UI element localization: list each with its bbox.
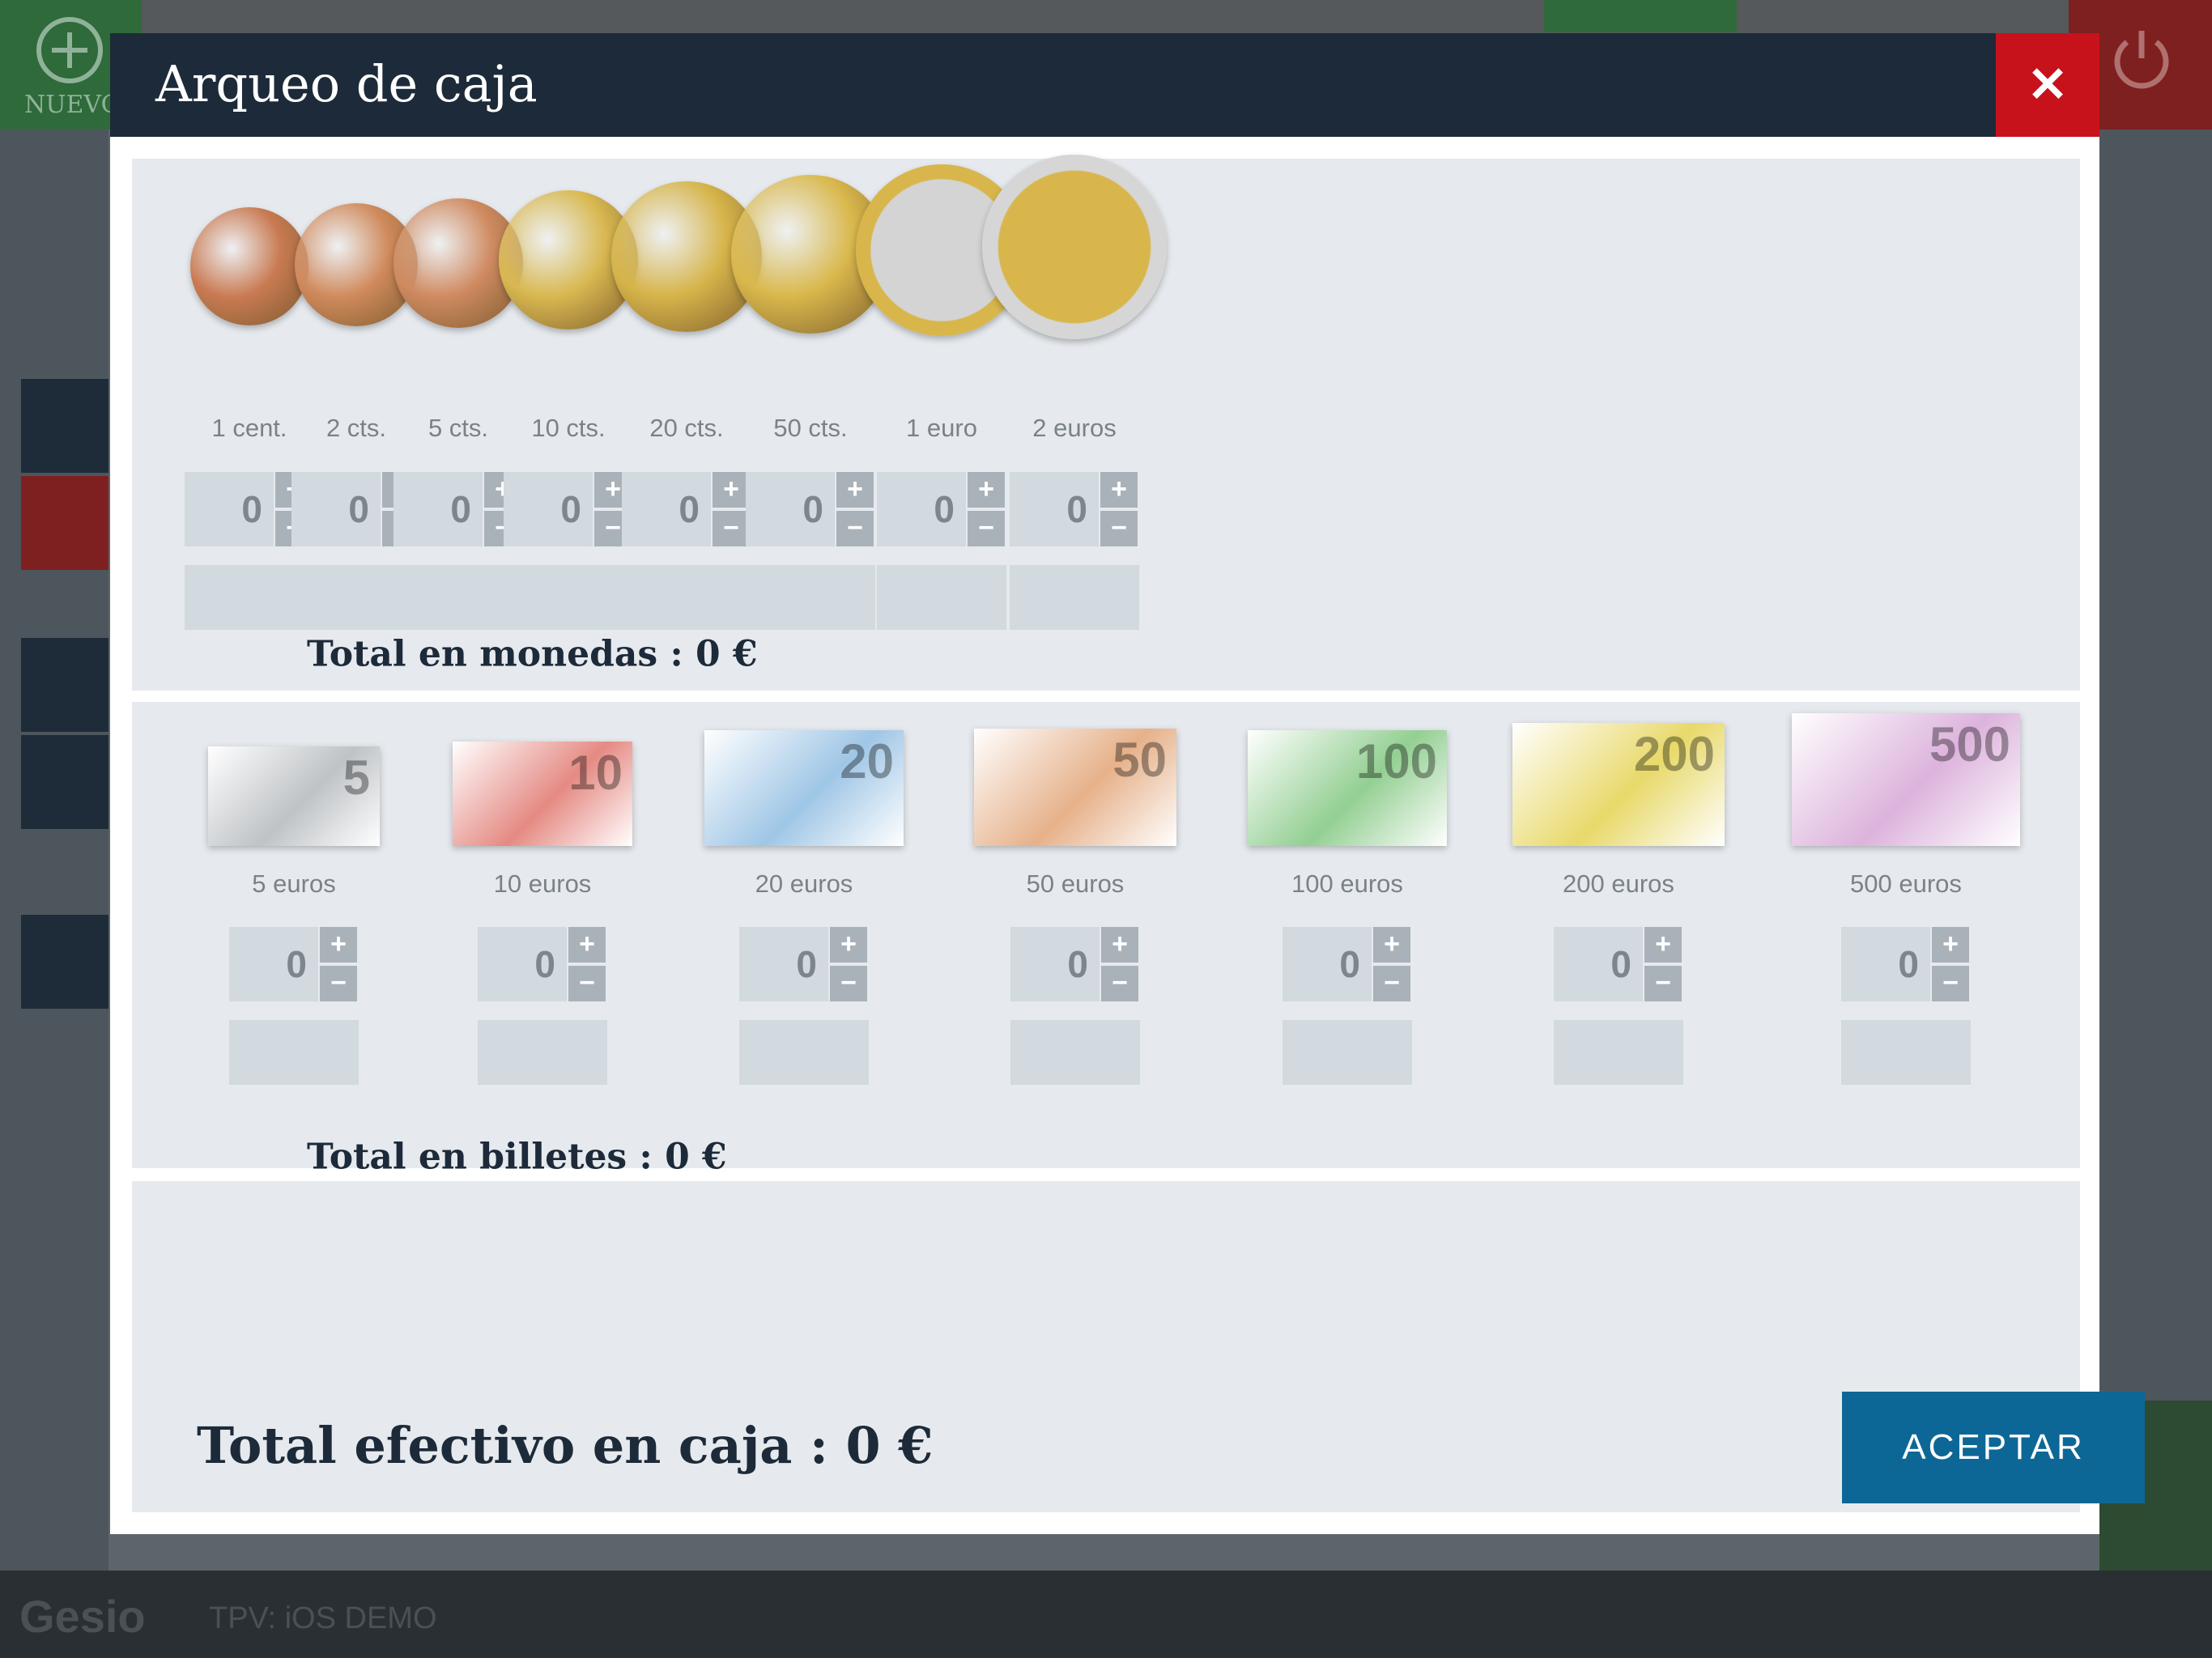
- subtotal-field: [622, 565, 751, 630]
- accept-button[interactable]: ACEPTAR: [1842, 1392, 2145, 1503]
- decrement-button[interactable]: −: [1101, 966, 1138, 1001]
- banknote-denomination: 10: [568, 746, 623, 800]
- increment-button[interactable]: +: [568, 927, 606, 963]
- footer-terminal: TPV: iOS DEMO: [209, 1601, 437, 1635]
- decrement-button[interactable]: −: [1644, 966, 1682, 1001]
- count-value[interactable]: 0: [1554, 927, 1643, 1001]
- count-value[interactable]: 0: [393, 472, 483, 546]
- edit-button[interactable]: [21, 379, 108, 473]
- banknote-denomination: 500: [1929, 717, 2010, 772]
- coin-image: [190, 207, 308, 326]
- banknote-label: 100 euros: [1291, 869, 1403, 898]
- subtotal-field: [1010, 565, 1139, 630]
- count-value[interactable]: 0: [877, 472, 966, 546]
- new-button-label: NUEVO: [24, 91, 121, 119]
- increment-button[interactable]: +: [713, 472, 750, 508]
- toolbar-green-tab[interactable]: [1544, 0, 1737, 32]
- ticket-edit-button[interactable]: [21, 638, 108, 732]
- banknote-denomination: 100: [1355, 734, 1437, 789]
- coin-label: 2 euros: [1032, 414, 1117, 442]
- grid-menu-button[interactable]: [21, 915, 108, 1009]
- banknote-label: 5 euros: [252, 869, 336, 898]
- plus-circle-icon: [36, 17, 103, 83]
- count-value[interactable]: 0: [1841, 927, 1930, 1001]
- subtotal-field: [739, 1020, 869, 1085]
- banknote-image: 500: [1792, 713, 2020, 846]
- increment-button[interactable]: +: [1100, 472, 1138, 508]
- banknote-denomination: 20: [840, 734, 894, 789]
- increment-button[interactable]: +: [320, 927, 357, 963]
- footer-brand: Gesio: [19, 1591, 146, 1642]
- increment-button[interactable]: +: [1644, 927, 1682, 963]
- count-value[interactable]: 0: [478, 927, 567, 1001]
- count-value[interactable]: 0: [229, 927, 318, 1001]
- subtotal-field: [1010, 1020, 1140, 1085]
- increment-button[interactable]: +: [968, 472, 1005, 508]
- dialog-title: Arqueo de caja: [155, 54, 538, 113]
- coins-panel: Total en monedas : 0 € 1 cent.0+−2 cts.0…: [132, 154, 2080, 691]
- dialog-header: Arqueo de caja ✕: [110, 33, 2099, 137]
- notes-total: Total en billetes : 0 €: [307, 1136, 727, 1178]
- cash-count-dialog: Arqueo de caja ✕ Total en monedas : 0 € …: [110, 33, 2145, 1534]
- decrement-button[interactable]: −: [836, 511, 874, 546]
- count-value[interactable]: 0: [1283, 927, 1372, 1001]
- banknote-image: 200: [1512, 723, 1725, 846]
- subtotal-field: [229, 1020, 359, 1085]
- banknote-label: 50 euros: [1026, 869, 1125, 898]
- subtotal-field: [1554, 1020, 1683, 1085]
- count-value[interactable]: 0: [739, 927, 828, 1001]
- notes-panel: Total en billetes : 0 € 55 euros 0 + −10 10 …: [132, 702, 2080, 1178]
- count-value[interactable]: 0: [1010, 472, 1099, 546]
- banknote-image: 10: [453, 742, 632, 846]
- decrement-button[interactable]: −: [568, 966, 606, 1001]
- power-icon: [2114, 31, 2169, 89]
- decrement-button[interactable]: −: [968, 511, 1005, 546]
- banknote-denomination: 5: [342, 750, 370, 805]
- delete-button[interactable]: [21, 476, 108, 570]
- decrement-button[interactable]: −: [320, 966, 357, 1001]
- close-button[interactable]: ✕: [1996, 33, 2099, 137]
- increment-button[interactable]: +: [836, 472, 874, 508]
- close-icon: ✕: [2027, 57, 2069, 112]
- count-value[interactable]: 0: [185, 472, 274, 546]
- banknote-label: 200 euros: [1563, 869, 1674, 898]
- count-value[interactable]: 0: [291, 472, 381, 546]
- subtotal-field: [478, 1020, 607, 1085]
- increment-button[interactable]: +: [830, 927, 867, 963]
- subtotal-field: [504, 565, 633, 630]
- increment-button[interactable]: +: [1932, 927, 1969, 963]
- banknote-label: 20 euros: [755, 869, 853, 898]
- subtotal-field: [746, 565, 875, 630]
- banknote-denomination: 50: [1112, 733, 1167, 787]
- subtotal-field: [1841, 1020, 1971, 1085]
- decrement-button[interactable]: −: [713, 511, 750, 546]
- banknote-denomination: 200: [1633, 727, 1715, 781]
- count-value[interactable]: 0: [1010, 927, 1100, 1001]
- footer-bar: Gesio TPV: iOS DEMO: [0, 1571, 2212, 1658]
- banknote-image: 5: [208, 746, 380, 846]
- decrement-button[interactable]: −: [1373, 966, 1410, 1001]
- decrement-button[interactable]: −: [830, 966, 867, 1001]
- subtotal-field: [1283, 1020, 1412, 1085]
- left-sidebar: [0, 130, 108, 1571]
- count-value[interactable]: 0: [504, 472, 593, 546]
- ticket-add-button[interactable]: [21, 735, 108, 829]
- coin-image: [982, 154, 1167, 339]
- right-sidebar: [2099, 130, 2212, 1571]
- banknote-image: 20: [704, 730, 904, 846]
- banknote-label: 10 euros: [493, 869, 592, 898]
- decrement-button[interactable]: −: [1932, 966, 1969, 1001]
- grand-total: Total efectivo en caja : 0 €: [197, 1416, 934, 1475]
- increment-button[interactable]: +: [1101, 927, 1138, 963]
- banknote-label: 500 euros: [1850, 869, 1962, 898]
- coins-total: Total en monedas : 0 €: [307, 633, 758, 675]
- banknote-image: 100: [1248, 730, 1447, 846]
- count-value[interactable]: 0: [622, 472, 711, 546]
- increment-button[interactable]: +: [1373, 927, 1410, 963]
- banknote-image: 50: [974, 729, 1176, 846]
- decrement-button[interactable]: −: [1100, 511, 1138, 546]
- subtotal-field: [877, 565, 1006, 630]
- count-value[interactable]: 0: [746, 472, 835, 546]
